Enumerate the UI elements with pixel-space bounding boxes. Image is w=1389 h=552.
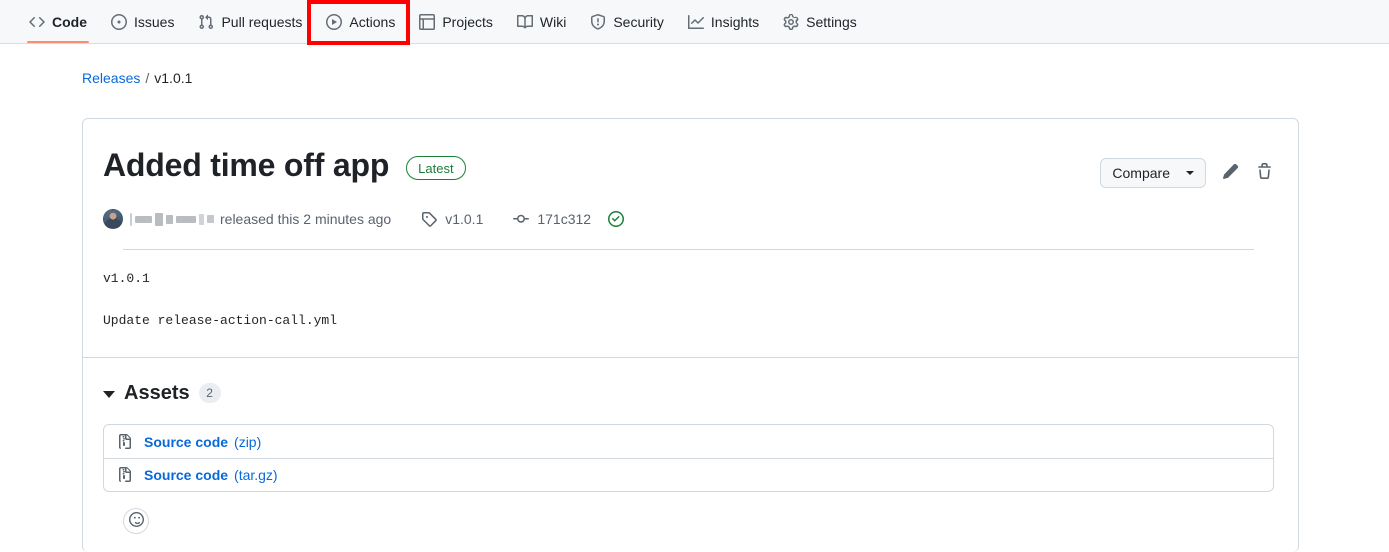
nav-tab-pull-requests[interactable]: Pull requests [187,0,313,43]
tag-icon [421,211,437,227]
asset-name: Source code [144,433,229,450]
breadcrumb: Releases / v1.0.1 [82,70,192,86]
breadcrumb-separator: / [145,70,150,86]
page-title: Added time off app [103,147,390,183]
release-meta-row: released this 2 minutes ago v1.0.1 171c3… [103,209,1274,229]
shield-icon [590,13,606,30]
released-timestamp-text: released this 2 minutes ago [220,211,392,227]
reaction-bar [103,492,1274,535]
nav-tab-security-label: Security [613,13,664,30]
triangle-down-icon [103,391,115,399]
table-icon [419,13,436,30]
nav-tab-code[interactable]: Code [18,0,98,43]
graph-icon [687,14,704,30]
nav-tab-projects[interactable]: Projects [408,0,504,43]
nav-tab-pull-requests-label: Pull requests [221,13,303,30]
book-icon [516,14,533,30]
release-header-actions: Compare [1100,145,1274,188]
assets-count-badge: 2 [198,383,221,404]
release-body-line-1: v1.0.1 [103,271,150,286]
status-badge-latest: Latest [406,156,466,180]
release-body-line-2: Update release-action-call.yml [103,313,338,329]
verified-check-icon [608,211,625,227]
release-commit-chip[interactable]: 171c312 [513,211,625,227]
avatar[interactable] [103,209,123,229]
nav-tab-projects-label: Projects [442,13,493,30]
add-reaction-button[interactable] [123,508,149,535]
pencil-icon [1222,163,1239,183]
breadcrumb-current-tag: v1.0.1 [154,70,193,86]
trash-icon [1256,163,1273,183]
smiley-icon [128,512,144,530]
compare-button-label: Compare [1112,165,1170,181]
gear-icon [783,13,799,30]
nav-tab-insights-label: Insights [710,13,760,30]
nav-tab-wiki-label: Wiki [539,13,567,30]
file-zip-icon [117,467,133,483]
git-commit-icon [513,211,530,227]
release-tag-label: v1.0.1 [445,211,484,227]
list-item[interactable]: Source code (zip) [104,425,1273,458]
assets-toggle[interactable]: Assets 2 [103,382,221,405]
assets-section: Assets 2 Source code (zip) Source code (… [83,366,1298,535]
issue-opened-icon [111,13,127,30]
nav-tab-settings-label: Settings [806,13,857,30]
release-commit-sha: 171c312 [537,211,592,227]
assets-section-divider [83,357,1298,359]
edit-release-button[interactable] [1220,163,1240,183]
author-username-redacted[interactable] [130,212,214,226]
nav-tab-issues[interactable]: Issues [100,0,185,43]
nav-tab-actions[interactable]: Actions [315,0,406,43]
breadcrumb-releases-link[interactable]: Releases [82,70,140,86]
release-card: Added time off app Latest Compare releas… [82,118,1299,552]
delete-release-button[interactable] [1254,163,1274,183]
assets-list: Source code (zip) Source code (tar.gz) [103,424,1274,493]
play-icon [326,13,343,30]
release-card-header: Added time off app Latest Compare releas… [83,119,1298,250]
nav-tab-wiki[interactable]: Wiki [506,0,577,43]
asset-name: Source code [144,467,229,484]
asset-extension: (zip) [234,433,262,450]
asset-extension: (tar.gz) [234,467,278,484]
chevron-down-icon [1186,171,1194,175]
repo-nav-list: Code Issues Pull requests Actions Projec [0,0,1389,43]
release-tag-chip[interactable]: v1.0.1 [421,211,483,227]
compare-button[interactable]: Compare [1100,158,1206,188]
git-pull-request-icon [198,14,214,30]
nav-tab-issues-label: Issues [134,13,175,30]
nav-tab-insights[interactable]: Insights [677,0,770,43]
release-title-row: Added time off app Latest Compare [103,145,1274,188]
list-item[interactable]: Source code (tar.gz) [104,458,1273,491]
nav-tab-settings[interactable]: Settings [772,0,868,43]
file-zip-icon [117,433,133,450]
nav-tab-code-label: Code [52,13,87,30]
code-icon [29,14,45,30]
assets-title: Assets [124,382,190,405]
repo-nav-bar: Code Issues Pull requests Actions Projec [0,0,1389,44]
nav-tab-actions-label: Actions [349,13,396,30]
nav-tab-security[interactable]: Security [579,0,675,43]
release-body: v1.0.1 Update release-action-call.yml [83,250,1298,331]
